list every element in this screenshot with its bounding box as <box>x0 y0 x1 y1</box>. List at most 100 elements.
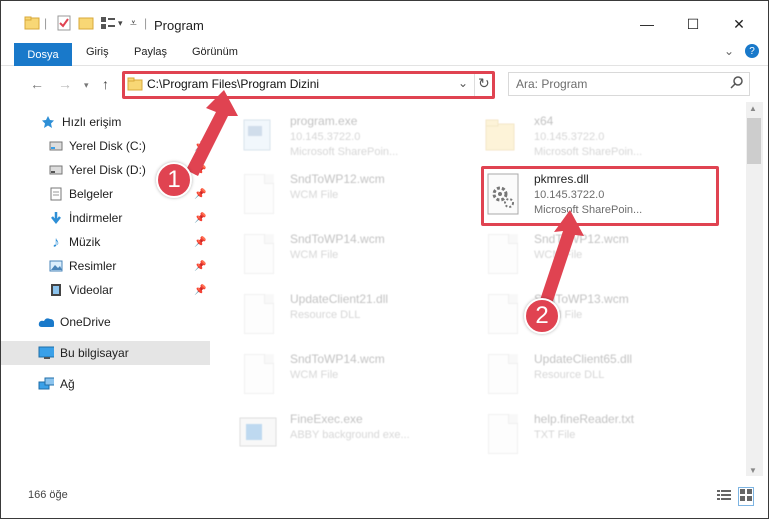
file-description: Microsoft SharePoin... <box>534 146 643 158</box>
file-item[interactable]: UpdateClient21.dll Resource DLL <box>238 288 474 344</box>
close-button[interactable]: ✕ <box>719 12 759 36</box>
address-highlight <box>122 71 495 99</box>
sidebar-item-downloads[interactable]: İndirmeler 📌 <box>0 206 210 230</box>
sidebar-item-pictures[interactable]: Resimler 📌 <box>0 254 210 278</box>
large-icons-view-icon[interactable] <box>738 487 754 506</box>
file-name: program.exe <box>290 114 358 128</box>
music-icon: ♪ <box>52 233 60 251</box>
separator: | <box>144 16 148 30</box>
help-icon[interactable]: ? <box>745 44 759 58</box>
document-icon <box>482 292 522 336</box>
file-name: x64 <box>534 114 554 128</box>
scroll-down-icon[interactable]: ▼ <box>749 466 757 475</box>
forward-arrow-icon[interactable]: → <box>58 76 72 92</box>
sidebar-item-network[interactable]: Ağ <box>0 372 210 396</box>
tab-share[interactable]: Paylaş <box>134 46 167 58</box>
search-placeholder: Ara: Program <box>516 77 588 91</box>
sidebar-item-videos[interactable]: Videolar 📌 <box>0 278 210 302</box>
navigation-pane: Hızlı erişim Yerel Disk (C:) 📌 Yerel Dis… <box>0 102 210 476</box>
drive-icon <box>48 162 64 178</box>
download-icon <box>48 210 64 226</box>
file-name: UpdateClient21.dll <box>290 292 389 306</box>
exe-icon <box>238 412 278 456</box>
document-icon <box>482 412 522 456</box>
recent-locations-icon[interactable]: ▾ <box>84 80 89 91</box>
sidebar-item-label: Yerel Disk (D:) <box>69 163 146 177</box>
file-item[interactable]: SndToWP14.wcm WCM File <box>238 348 474 404</box>
file-item[interactable]: SndToWP12.wcm WCM File <box>238 168 474 224</box>
file-name: UpdateClient65.dll <box>534 352 633 366</box>
file-item[interactable]: SndToWP12.wcm WCM File <box>482 228 718 284</box>
file-item[interactable]: x64 10.145.3722.0 Microsoft SharePoin... <box>482 110 718 166</box>
step-badge-2: 2 <box>524 298 560 334</box>
pin-icon[interactable]: 📌 <box>194 237 206 248</box>
expand-ribbon-icon[interactable]: ⌄ <box>724 44 734 58</box>
dll-settings-icon <box>238 292 278 336</box>
documents-icon <box>48 186 64 202</box>
sidebar-item-label: Müzik <box>69 235 101 249</box>
tab-file[interactable]: Dosya <box>14 43 72 66</box>
file-version: 10.145.3722.0 <box>290 131 361 143</box>
file-name: SndToWP14.wcm <box>290 352 385 366</box>
maximize-button[interactable]: ☐ <box>673 12 713 36</box>
back-arrow-icon[interactable]: ← <box>30 76 44 92</box>
videos-icon <box>48 282 64 298</box>
file-item[interactable]: SndToWP14.wcm WCM File <box>238 228 474 284</box>
dropdown-arrow-icon[interactable]: ▾ <box>118 14 123 32</box>
minimize-button[interactable]: — <box>627 12 667 36</box>
file-item[interactable]: SndToWP13.wcm WCM File <box>482 288 718 344</box>
pin-icon[interactable]: 📌 <box>194 213 206 224</box>
file-version: 10.145.3722.0 <box>534 131 605 143</box>
computer-icon <box>38 345 54 361</box>
new-folder-icon[interactable] <box>78 14 94 32</box>
file-item[interactable]: help.fineReader.txt TXT File <box>482 408 718 464</box>
up-arrow-icon[interactable]: ↑ <box>102 76 109 92</box>
item-count: 166 öğe <box>28 489 68 501</box>
sidebar-item-music[interactable]: ♪ Müzik 📌 <box>0 230 210 254</box>
file-type: WCM File <box>290 249 339 261</box>
file-item[interactable]: UpdateClient65.dll Resource DLL <box>482 348 718 404</box>
tab-home[interactable]: Giriş <box>86 46 109 58</box>
document-icon <box>482 232 522 276</box>
file-name: SndToWP12.wcm <box>290 172 385 186</box>
sidebar-item-onedrive[interactable]: OneDrive <box>0 310 210 334</box>
file-type: Resource DLL <box>534 369 605 381</box>
file-highlight <box>481 166 719 226</box>
cloud-icon <box>38 314 54 330</box>
pin-icon[interactable]: 📌 <box>194 189 206 200</box>
file-item[interactable]: FineExec.exe ABBY background exe... <box>238 408 474 464</box>
sidebar-item-label: Hızlı erişim <box>62 115 122 129</box>
separator: | <box>44 16 48 30</box>
file-name: help.fineReader.txt <box>534 412 635 426</box>
title-bar: | ▾ ⩡ | Program — ☐ ✕ <box>0 0 769 40</box>
scrollbar-thumb[interactable] <box>747 118 761 164</box>
document-icon <box>238 352 278 396</box>
view-icon[interactable] <box>100 14 116 32</box>
file-type: ABBY background exe... <box>290 429 410 441</box>
search-icon[interactable] <box>730 75 744 92</box>
pictures-icon <box>48 258 64 274</box>
document-icon <box>238 232 278 276</box>
drive-icon <box>48 138 64 154</box>
sidebar-item-label: Resimler <box>69 259 117 273</box>
sidebar-item-label: Videolar <box>69 283 113 297</box>
dll-settings-icon <box>482 352 522 396</box>
sidebar-item-label: Belgeler <box>69 187 114 201</box>
pin-icon[interactable]: 📌 <box>194 261 206 272</box>
sidebar-item-local-disk-c[interactable]: Yerel Disk (C:) 📌 <box>0 134 210 158</box>
sidebar-item-this-pc[interactable]: Bu bilgisayar <box>0 341 210 365</box>
file-item[interactable]: program.exe 10.145.3722.0 Microsoft Shar… <box>238 110 474 166</box>
ribbon: Dosya Giriş Paylaş Görünüm ⌄ ? <box>0 40 769 66</box>
file-type: WCM File <box>290 189 339 201</box>
sidebar-item-label: Yerel Disk (C:) <box>69 139 146 153</box>
tab-view[interactable]: Görünüm <box>192 46 238 58</box>
sidebar-item-quick-access[interactable]: Hızlı erişim <box>0 110 210 134</box>
pin-icon[interactable]: 📌 <box>194 285 206 296</box>
properties-icon[interactable] <box>56 14 72 32</box>
file-name: FineExec.exe <box>290 412 363 426</box>
sidebar-item-label: Bu bilgisayar <box>60 346 129 360</box>
customize-toolbar-icon[interactable]: ⩡ <box>130 14 137 32</box>
step-badge-1: 1 <box>156 162 192 198</box>
scroll-up-icon[interactable]: ▲ <box>749 104 757 113</box>
details-view-icon[interactable] <box>717 489 731 504</box>
